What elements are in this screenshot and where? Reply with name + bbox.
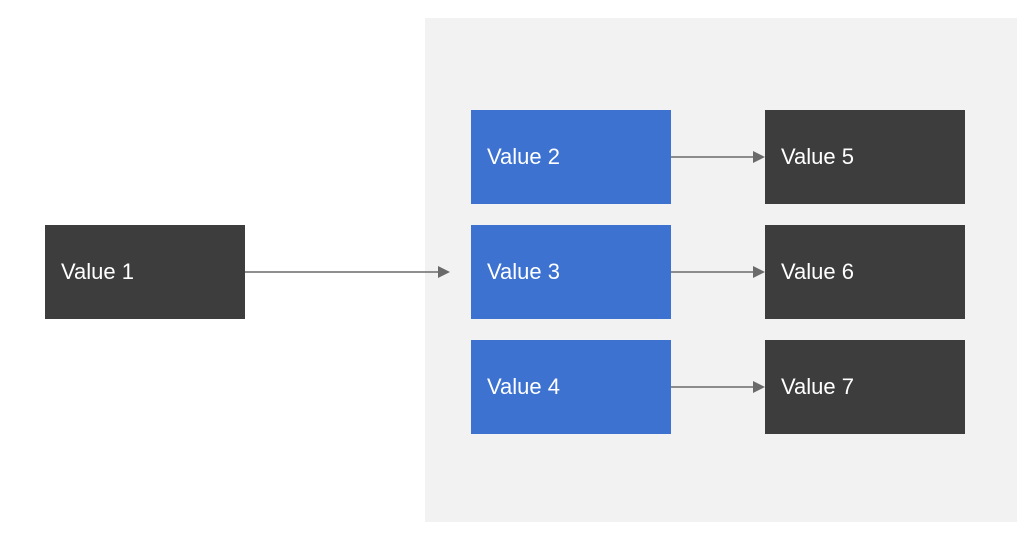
node-label: Value 4 — [487, 374, 560, 400]
node-label: Value 3 — [487, 259, 560, 285]
node-value7[interactable]: Value 7 — [765, 340, 965, 434]
node-value5[interactable]: Value 5 — [765, 110, 965, 204]
node-value4[interactable]: Value 4 — [471, 340, 671, 434]
node-label: Value 6 — [781, 259, 854, 285]
node-value3[interactable]: Value 3 — [471, 225, 671, 319]
node-label: Value 7 — [781, 374, 854, 400]
node-value6[interactable]: Value 6 — [765, 225, 965, 319]
node-value2[interactable]: Value 2 — [471, 110, 671, 204]
node-label: Value 5 — [781, 144, 854, 170]
node-label: Value 2 — [487, 144, 560, 170]
node-label: Value 1 — [61, 259, 134, 285]
node-value1[interactable]: Value 1 — [45, 225, 245, 319]
